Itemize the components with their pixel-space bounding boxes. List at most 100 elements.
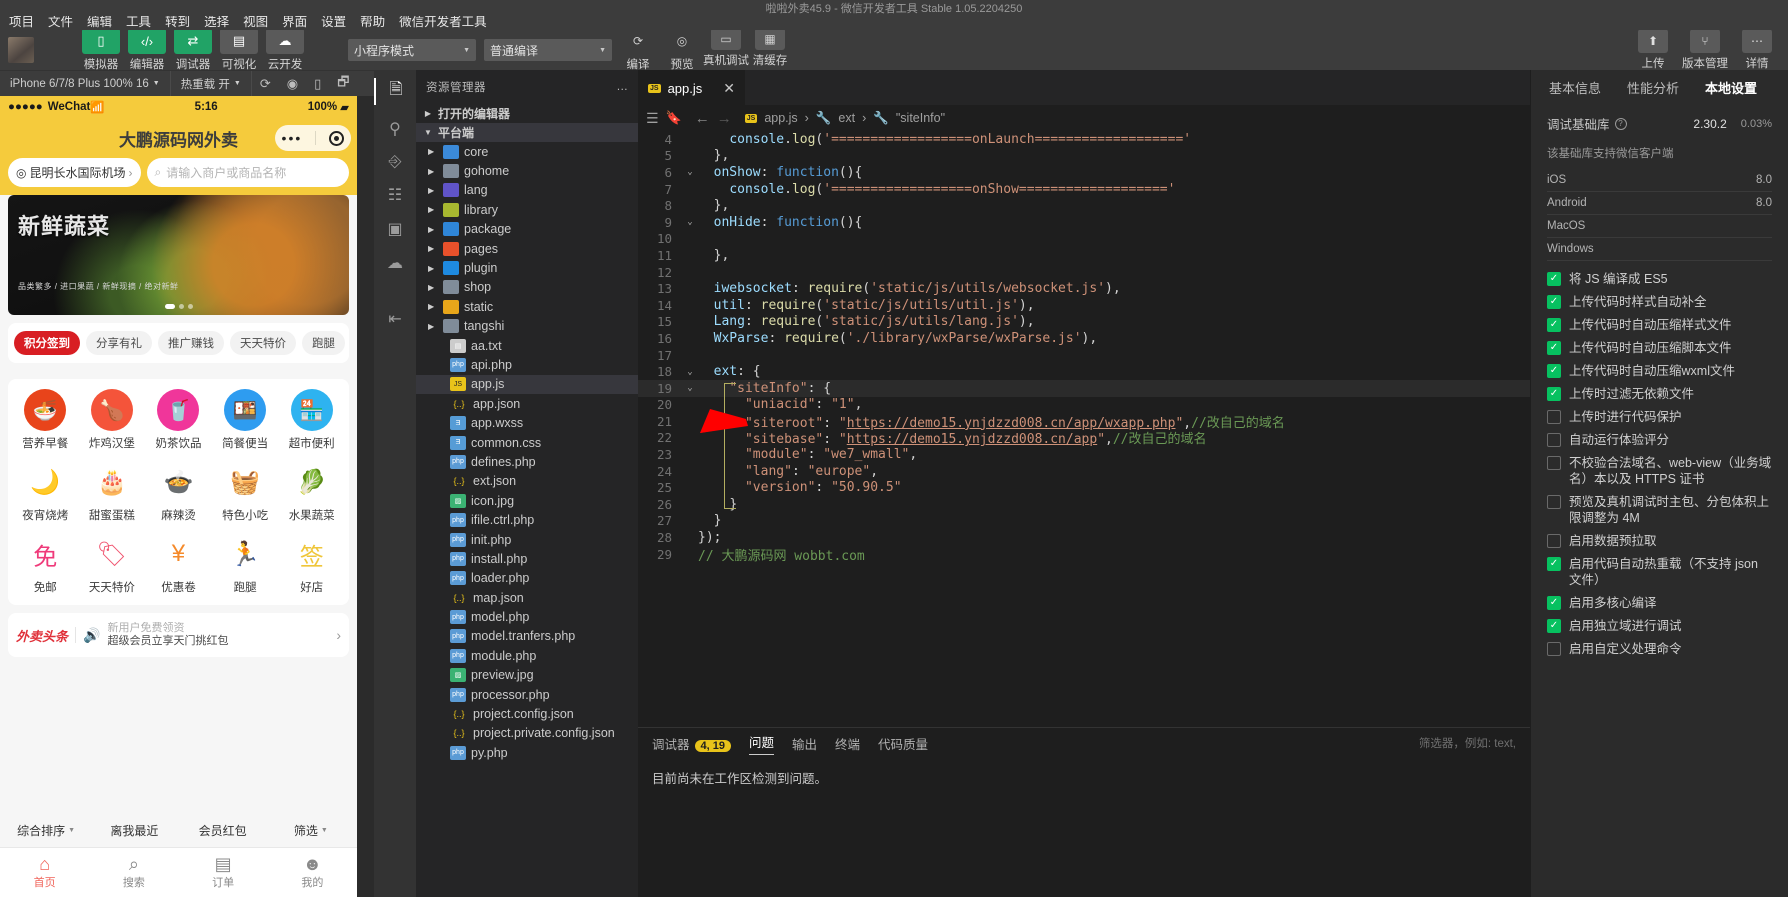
bottom-tab-输出[interactable]: 输出: [792, 734, 817, 753]
action-3-button[interactable]: ▦清缓存: [748, 28, 792, 68]
fold-toggle[interactable]: ⌄: [682, 217, 698, 227]
record-icon[interactable]: ◉: [279, 76, 306, 92]
forward-icon[interactable]: →: [717, 110, 732, 127]
file-defines.php[interactable]: phpdefines.php: [416, 452, 638, 471]
toolbar-right-info-button[interactable]: ⋯详情: [1734, 29, 1780, 71]
chevron-right-icon[interactable]: ›: [336, 627, 341, 643]
sort-option-0[interactable]: 综合排序▼: [6, 822, 86, 839]
setting-checkbox-3[interactable]: ✓上传代码时自动压缩脚本文件: [1547, 340, 1772, 356]
phone-tab-我的[interactable]: ☻我的: [268, 848, 357, 897]
phone-tab-订单[interactable]: ▤订单: [179, 848, 268, 897]
category-0[interactable]: 🍜营养早餐: [12, 389, 79, 451]
file-module.php[interactable]: phpmodule.php: [416, 646, 638, 665]
category-9[interactable]: 🥬水果蔬菜: [278, 461, 345, 523]
more-icon[interactable]: •••: [282, 130, 303, 146]
action-0-button[interactable]: ⟳编译: [616, 28, 660, 72]
checkbox-unchecked-icon[interactable]: [1547, 642, 1561, 656]
checkbox-checked-icon[interactable]: ✓: [1547, 318, 1561, 332]
toolbar-phone-button[interactable]: ▯模拟器: [82, 28, 120, 72]
fold-toggle[interactable]: ⌄: [682, 167, 698, 177]
category-2[interactable]: 🥤奶茶饮品: [145, 389, 212, 451]
explorer-section-0[interactable]: ▶打开的编辑器: [416, 104, 638, 123]
setting-checkbox-10[interactable]: 启用数据预拉取: [1547, 533, 1772, 549]
folder-lang[interactable]: ▶lang: [416, 181, 638, 200]
folder-core[interactable]: ▶core: [416, 142, 638, 161]
breadcrumb-item-0[interactable]: app.js: [764, 111, 797, 125]
sort-option-2[interactable]: 会员红包: [183, 822, 263, 839]
sort-option-1[interactable]: 离我最近: [94, 822, 174, 839]
folder-pages[interactable]: ▶pages: [416, 239, 638, 258]
news-ticker[interactable]: 外卖头条 🔊 新用户免费领资 超级会员立享天门挑红包 ›: [8, 613, 349, 657]
close-target-icon[interactable]: [329, 131, 344, 146]
checkbox-checked-icon[interactable]: ✓: [1547, 272, 1561, 286]
file-install.php[interactable]: phpinstall.php: [416, 549, 638, 568]
action-1-button[interactable]: ◎预览: [660, 28, 704, 72]
file-ifile.ctrl.php[interactable]: phpifile.ctrl.php: [416, 510, 638, 529]
menu-item-6[interactable]: 视图: [236, 16, 275, 29]
hot-reload-select[interactable]: 热重载 开 ▼: [171, 71, 252, 97]
folder-package[interactable]: ▶package: [416, 220, 638, 239]
editor-tab-appjs[interactable]: JS app.js ✕: [638, 70, 745, 105]
bookmark-icon[interactable]: 🔖: [666, 110, 682, 126]
search-icon[interactable]: ⚲: [374, 119, 416, 139]
action-2-button[interactable]: ▭真机调试: [704, 28, 748, 68]
toolbar-right-branch-button[interactable]: ⑂版本管理: [1682, 29, 1728, 71]
setting-checkbox-14[interactable]: 启用自定义处理命令: [1547, 641, 1772, 657]
setting-checkbox-13[interactable]: ✓启用独立域进行调试: [1547, 618, 1772, 634]
toolbar-layout-button[interactable]: ▤可视化: [220, 28, 258, 72]
fold-toggle[interactable]: ⌄: [682, 383, 698, 393]
file-model.php[interactable]: phpmodel.php: [416, 607, 638, 626]
file-loader.php[interactable]: phploader.php: [416, 569, 638, 588]
folder-static[interactable]: ▶static: [416, 297, 638, 316]
file-aa.txt[interactable]: ▤aa.txt: [416, 336, 638, 355]
refresh-icon[interactable]: ⟳: [252, 76, 279, 92]
settings-tab-0[interactable]: 基本信息: [1549, 78, 1601, 97]
checkbox-unchecked-icon[interactable]: [1547, 410, 1561, 424]
file-project.private.config.json[interactable]: {..}project.private.config.json: [416, 724, 638, 743]
folder-shop[interactable]: ▶shop: [416, 278, 638, 297]
toolbar-code-button[interactable]: ‹/›编辑器: [128, 28, 166, 72]
menu-item-2[interactable]: 编辑: [80, 16, 119, 29]
explorer-icon[interactable]: 🗎: [374, 78, 416, 105]
close-icon[interactable]: ✕: [723, 80, 735, 97]
checkbox-checked-icon[interactable]: ✓: [1547, 295, 1561, 309]
shop-search-input[interactable]: ⌕ 请输入商户或商品名称: [147, 158, 350, 187]
device-select[interactable]: iPhone 6/7/8 Plus 100% 16 ▼: [0, 71, 171, 97]
file-app.wxss[interactable]: Ǝapp.wxss: [416, 413, 638, 432]
window-icon[interactable]: 🗗: [329, 73, 357, 95]
quick-pill-2[interactable]: 推广赚钱: [158, 331, 224, 355]
problems-filter-input[interactable]: 筛选器，例如: text,: [1419, 735, 1516, 751]
setting-checkbox-2[interactable]: ✓上传代码时自动压缩样式文件: [1547, 317, 1772, 333]
file-ext.json[interactable]: {..}ext.json: [416, 472, 638, 491]
checkbox-unchecked-icon[interactable]: [1547, 495, 1561, 509]
back-icon[interactable]: ←: [695, 110, 710, 127]
file-app.json[interactable]: {..}app.json: [416, 394, 638, 413]
toolbar-cloud-button[interactable]: ☁云开发: [266, 28, 304, 72]
folder-tangshi[interactable]: ▶tangshi: [416, 317, 638, 336]
breadcrumb-item-1[interactable]: ext: [838, 111, 855, 125]
checkbox-checked-icon[interactable]: ✓: [1547, 619, 1561, 633]
setting-checkbox-11[interactable]: ✓启用代码自动热重载（不支持 json 文件）: [1547, 556, 1772, 588]
category-4[interactable]: 🏪超市便利: [278, 389, 345, 451]
setting-checkbox-12[interactable]: ✓启用多核心编译: [1547, 595, 1772, 611]
compile-select[interactable]: 普通编译 ▼: [484, 39, 612, 61]
checkbox-unchecked-icon[interactable]: [1547, 534, 1561, 548]
file-project.config.json[interactable]: {..}project.config.json: [416, 704, 638, 723]
explorer-section-1[interactable]: ▼平台端: [416, 123, 638, 142]
menu-item-7[interactable]: 界面: [275, 16, 314, 29]
fold-toggle[interactable]: ⌄: [682, 367, 698, 377]
bottom-tab-终端[interactable]: 终端: [835, 734, 860, 753]
checkbox-checked-icon[interactable]: ✓: [1547, 341, 1561, 355]
bottom-tab-问题[interactable]: 问题: [749, 732, 774, 755]
source-control-icon[interactable]: ⎆: [374, 153, 416, 171]
debug-icon[interactable]: ▣: [374, 219, 416, 239]
setting-checkbox-7[interactable]: 自动运行体验评分: [1547, 432, 1772, 448]
setting-checkbox-4[interactable]: ✓上传代码时自动压缩wxml文件: [1547, 363, 1772, 379]
category-3[interactable]: 🍱简餐便当: [212, 389, 279, 451]
quick-pill-1[interactable]: 分享有礼: [86, 331, 152, 355]
menu-item-3[interactable]: 工具: [119, 16, 158, 29]
file-map.json[interactable]: {..}map.json: [416, 588, 638, 607]
user-avatar[interactable]: [8, 37, 34, 63]
toolbar-right-upload-button[interactable]: ⬆上传: [1630, 29, 1676, 71]
file-icon.jpg[interactable]: ▨icon.jpg: [416, 491, 638, 510]
